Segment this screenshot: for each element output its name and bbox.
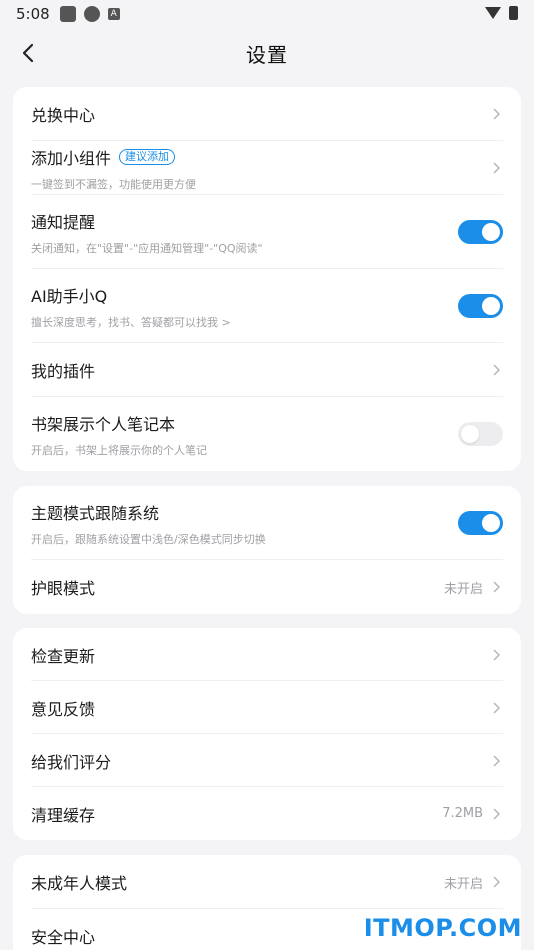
wifi-icon	[485, 7, 501, 19]
bookshelf-notes-subtitle: 开启后，书架上将展示你的个人笔记	[31, 443, 207, 457]
chevron-right-icon	[489, 161, 503, 175]
minor-mode-row[interactable]: 未成年人模式 未开启	[31, 855, 503, 909]
notification-subtitle: 关闭通知，在"设置"-"应用通知管理"-"QQ阅读"	[31, 241, 263, 255]
cache-size-value: 7.2MB	[442, 806, 483, 821]
bookshelf-notes-title: 书架展示个人笔记本	[31, 414, 176, 434]
clear-cache-row[interactable]: 清理缓存 7.2MB	[31, 787, 503, 840]
status-time: 5:08	[16, 5, 50, 23]
add-widget-subtitle: 一键签到不漏签，功能使用更方便	[31, 177, 196, 191]
ai-assistant-title: AI助手小Q	[31, 286, 108, 306]
my-plugins-row[interactable]: 我的插件	[31, 343, 503, 397]
eye-care-row[interactable]: 护眼模式 未开启	[31, 560, 503, 614]
chevron-right-icon	[489, 648, 503, 662]
settings-card-general: 兑换中心 添加小组件 建议添加 一键签到不漏签，功能使用更方便 通知提醒 关闭通…	[13, 87, 521, 471]
chevron-right-icon	[489, 875, 503, 889]
feedback-title: 意见反馈	[31, 699, 96, 719]
theme-follow-toggle[interactable]	[458, 511, 503, 535]
eye-care-title: 护眼模式	[31, 579, 96, 598]
notification-title: 通知提醒	[31, 212, 96, 232]
check-update-row[interactable]: 检查更新	[31, 628, 503, 681]
status-right	[485, 6, 518, 20]
my-plugins-title: 我的插件	[31, 362, 96, 381]
status-bar: 5:08 A	[0, 0, 534, 28]
feedback-row[interactable]: 意见反馈	[31, 681, 503, 734]
bookshelf-notes-toggle[interactable]	[458, 422, 503, 446]
ai-assistant-toggle[interactable]	[458, 294, 503, 318]
rate-us-row[interactable]: 给我们评分	[31, 734, 503, 787]
ai-assistant-subtitle[interactable]: 擅长深度思考，找书、答疑都可以找我 >	[31, 314, 458, 330]
redeem-center-title: 兑换中心	[31, 106, 96, 125]
theme-follow-row: 主题模式跟随系统 开启后，跟随系统设置中浅色/深色模式同步切换	[31, 486, 503, 560]
chevron-right-icon	[489, 701, 503, 715]
back-arrow-icon[interactable]	[14, 38, 42, 68]
ai-assistant-row: AI助手小Q 擅长深度思考，找书、答疑都可以找我 >	[31, 269, 503, 343]
notification-square-icon	[59, 6, 76, 22]
bookshelf-notes-row: 书架展示个人笔记本 开启后，书架上将展示你的个人笔记	[31, 397, 503, 471]
chevron-right-icon	[489, 580, 503, 594]
rate-us-title: 给我们评分	[31, 752, 112, 772]
site-watermark: ITMOP.COM	[363, 914, 522, 942]
theme-follow-subtitle: 开启后，跟随系统设置中浅色/深色模式同步切换	[31, 532, 266, 546]
chevron-right-icon	[489, 363, 503, 377]
chevron-right-icon	[489, 754, 503, 768]
minor-mode-value: 未开启	[443, 876, 483, 892]
notification-row: 通知提醒 关闭通知，在"设置"-"应用通知管理"-"QQ阅读"	[31, 195, 503, 269]
eye-care-value: 未开启	[443, 581, 483, 597]
letter-a-icon: A	[107, 8, 120, 20]
settings-card-display: 主题模式跟随系统 开启后，跟随系统设置中浅色/深色模式同步切换 护眼模式 未开启	[13, 486, 521, 614]
check-update-title: 检查更新	[31, 646, 96, 666]
chevron-right-icon	[489, 107, 503, 121]
suggest-badge: 建议添加	[119, 148, 176, 165]
notification-toggle[interactable]	[458, 220, 503, 244]
add-widget-row[interactable]: 添加小组件 建议添加 一键签到不漏签，功能使用更方便	[31, 141, 503, 195]
redeem-center-row[interactable]: 兑换中心	[31, 87, 503, 141]
add-widget-title: 添加小组件	[31, 148, 112, 168]
theme-follow-title: 主题模式跟随系统	[31, 503, 160, 523]
battery-icon	[509, 6, 518, 20]
chevron-right-icon	[489, 807, 503, 821]
minor-mode-title: 未成年人模式	[31, 874, 128, 893]
aperture-icon	[83, 6, 100, 22]
header: 设置	[0, 30, 534, 76]
page-title: 设置	[246, 42, 288, 67]
clear-cache-title: 清理缓存	[31, 805, 96, 825]
settings-card-app: 检查更新 意见反馈 给我们评分 清理缓存 7.2MB	[13, 628, 521, 840]
